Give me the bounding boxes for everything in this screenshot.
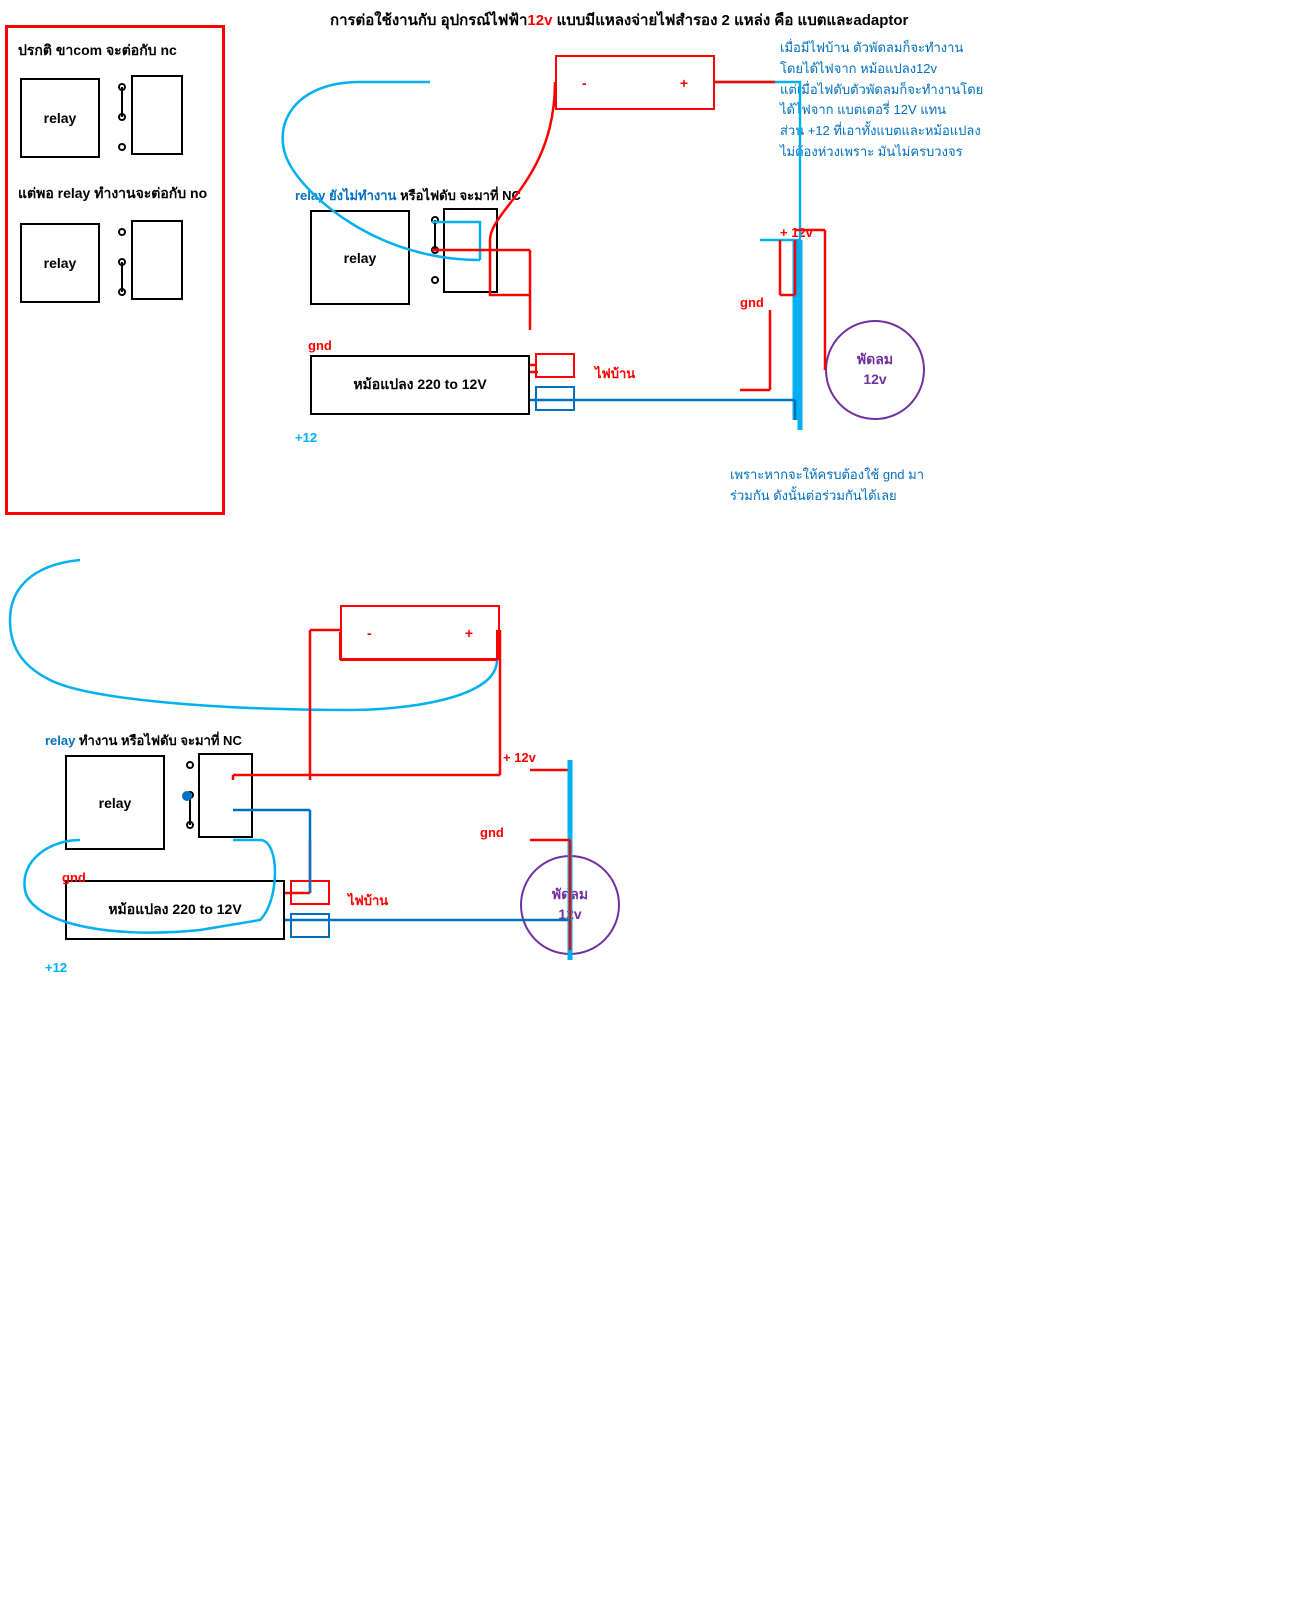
page-container: การต่อใช้งานกับ อุปกรณ์ไฟฟ้า12v แบบมีแหล… [0, 0, 1300, 1600]
minus-label-1: - [582, 75, 587, 91]
minus-label-2: - [367, 625, 372, 641]
dot-no-1 [118, 143, 126, 151]
battery-box-2: - + [340, 605, 500, 660]
contact-box-d2 [198, 753, 253, 838]
fan-circle-1: พัดลม 12v [825, 320, 925, 420]
description-text: เมื่อมีไฟบ้าน ตัวพัดลมก็จะทำงาน โดยได้ไฟ… [780, 38, 1040, 163]
plus-label-2: + [465, 625, 473, 641]
plus12-blue-label-2: +12 [45, 960, 67, 975]
relay-box-1: relay [20, 78, 100, 158]
battery-box-1: - + [555, 55, 715, 110]
connector-blue-1 [535, 386, 575, 411]
relay-state-label-2: relay ทำงาน หรือไฟดับ จะมาที่ NC [45, 730, 242, 751]
relay-label-d1: relay [344, 250, 377, 266]
plus-label-1: + [680, 75, 688, 91]
active-dot-d2 [182, 791, 192, 801]
gnd-label-2: gnd [480, 825, 504, 840]
faibaan-label-1: ไฟบ้าน [595, 363, 635, 384]
transformer-box-2: หม้อแปลง 220 to 12V [65, 880, 285, 940]
contact-box-1 [131, 75, 183, 155]
connector-red-1 [535, 353, 575, 378]
faibaan-label-2: ไฟบ้าน [348, 890, 388, 911]
gnd-red-label-1: gnd [308, 338, 332, 353]
switch-line-1 [113, 83, 133, 123]
connector-blue-2 [290, 913, 330, 938]
page-title: การต่อใช้งานกับ อุปกรณ์ไฟฟ้า12v แบบมีแหล… [330, 8, 908, 32]
plus12v-label-2: + 12v [503, 750, 536, 765]
red-box: ปรกติ ขาcom จะต่อกับ nc relay nc com no [5, 25, 225, 515]
contact-box-d1 [443, 208, 498, 293]
gnd-label-1: gnd [740, 295, 764, 310]
connector-group-2 [290, 875, 345, 947]
active-state-label: แต่พอ relay ทำงานจะต่อกับ no [18, 183, 207, 205]
fan-label-1: พัดลม 12v [857, 350, 893, 389]
connector-group-1 [535, 348, 590, 420]
relay-label-1: relay [44, 110, 77, 126]
fan-label-2: พัดลม 12v [552, 885, 588, 924]
transformer-label-2: หม้อแปลง 220 to 12V [108, 899, 241, 921]
plus12v-label-1: + 12v [780, 225, 813, 240]
transformer-box-1: หม้อแปลง 220 to 12V [310, 355, 530, 415]
normal-state-label: ปรกติ ขาcom จะต่อกับ nc [18, 40, 177, 62]
fan-circle-2: พัดลม 12v [520, 855, 620, 955]
relay-box-d1: relay [310, 210, 410, 305]
note-label-1: เพราะหากจะให้ครบต้องใช้ gnd มา ร่วมกัน ด… [730, 465, 924, 507]
relay-box-d2: relay [65, 755, 165, 850]
plus12-blue-label-1: +12 [295, 430, 317, 445]
relay-state-label-1: relay ยังไม่ทำงาน หรือไฟดับ จะมาที่ NC [295, 185, 521, 206]
contact-box-2 [131, 220, 183, 300]
connector-red-2 [290, 880, 330, 905]
relay-label-d2: relay [99, 795, 132, 811]
dot-no-d1 [431, 276, 439, 284]
relay-label-2: relay [44, 255, 77, 271]
gnd-red-label-2: gnd [62, 870, 86, 885]
switch-line-d1 [423, 213, 445, 263]
transformer-label-1: หม้อแปลง 220 to 12V [353, 374, 486, 396]
switch-line-2 [113, 228, 133, 298]
relay-box-2: relay [20, 223, 100, 303]
